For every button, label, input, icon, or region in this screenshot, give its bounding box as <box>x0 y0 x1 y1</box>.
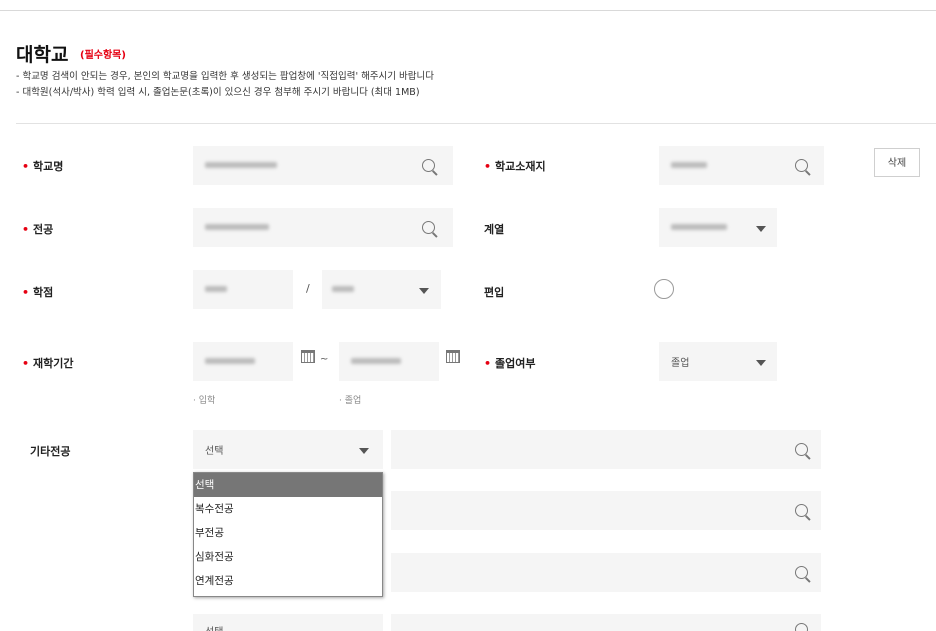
major-value-blurred <box>205 224 269 230</box>
gpa-label-text: 학점 <box>33 286 54 299</box>
search-icon[interactable] <box>795 504 808 517</box>
search-icon[interactable] <box>795 159 808 172</box>
graduation-status-value: 졸업 <box>671 358 690 369</box>
other-major-dropdown-list: 선택 복수전공 부전공 심화전공 연계전공 <box>193 472 383 597</box>
admission-date-input[interactable] <box>193 342 293 381</box>
search-icon[interactable] <box>422 159 435 172</box>
school-location-value-blurred <box>671 162 707 168</box>
school-name-value-blurred <box>205 162 277 168</box>
category-select[interactable] <box>659 208 777 247</box>
search-icon[interactable] <box>795 443 808 456</box>
other-major-search-input-2[interactable] <box>391 491 821 530</box>
graduation-caption: · 졸업 <box>339 396 362 406</box>
required-dot: • <box>22 286 30 299</box>
major-label-text: 전공 <box>33 223 54 236</box>
graduation-caption-text: 졸업 <box>344 396 362 406</box>
graduation-date-blurred <box>351 358 401 364</box>
caret-down-icon <box>756 226 766 232</box>
notice-line-2: - 대학원(석사/박사) 학력 입력 시, 졸업논문(초록)이 있으신 경우 첨… <box>16 87 420 98</box>
caret-down-icon <box>756 360 766 366</box>
other-major-search-input[interactable] <box>391 430 821 469</box>
admission-date-blurred <box>205 358 255 364</box>
other-major-label: 기타전공 <box>30 445 71 458</box>
school-location-label: • 학교소재지 <box>484 158 546 174</box>
other-major-type-select[interactable]: 선택 <box>193 430 383 469</box>
dropdown-option[interactable]: 복수전공 <box>194 497 382 521</box>
period-label: • 재학기간 <box>22 355 74 371</box>
period-label-text: 재학기간 <box>33 357 74 370</box>
period-separator: ~ <box>320 354 329 365</box>
required-dot: • <box>484 160 492 173</box>
search-icon[interactable] <box>422 221 435 234</box>
gpa-input[interactable] <box>193 270 293 309</box>
dropdown-option[interactable]: 선택 <box>194 473 382 497</box>
category-value-blurred <box>671 224 727 230</box>
caret-down-icon <box>419 288 429 294</box>
gpa-scale-select[interactable] <box>322 270 441 309</box>
graduation-status-select[interactable]: 졸업 <box>659 342 777 381</box>
school-name-input[interactable] <box>193 146 453 185</box>
admission-caption-text: 입학 <box>198 396 216 406</box>
gpa-separator: / <box>306 282 310 295</box>
dropdown-option[interactable]: 부전공 <box>194 521 382 545</box>
required-dot: • <box>484 357 492 370</box>
graduation-status-label-text: 졸업여부 <box>495 357 536 370</box>
required-dot: • <box>22 357 30 370</box>
search-icon[interactable] <box>795 623 808 631</box>
graduation-date-input[interactable] <box>339 342 439 381</box>
transfer-label: 편입 <box>484 286 505 299</box>
section-title: 대학교 <box>16 44 69 66</box>
dropdown-option[interactable]: 심화전공 <box>194 545 382 569</box>
category-label: 계열 <box>484 223 505 236</box>
school-name-label: • 학교명 <box>22 158 63 174</box>
other-major-type-select-4[interactable]: 선택 <box>193 614 383 631</box>
other-major-search-input-3[interactable] <box>391 553 821 592</box>
required-dot: • <box>22 223 30 236</box>
dropdown-option[interactable]: 연계전공 <box>194 569 382 593</box>
gpa-scale-value-blurred <box>332 286 354 292</box>
graduation-status-label: • 졸업여부 <box>484 355 536 371</box>
notice-line-1: - 학교명 검색이 안되는 경우, 본인의 학교명을 입력한 후 생성되는 팝업… <box>16 71 435 82</box>
top-divider <box>0 10 936 11</box>
calendar-icon[interactable] <box>301 350 315 363</box>
required-note: (필수항목) <box>80 50 126 61</box>
section-divider <box>16 123 936 124</box>
gpa-label: • 학점 <box>22 284 53 300</box>
calendar-icon[interactable] <box>446 350 460 363</box>
school-name-label-text: 학교명 <box>33 160 64 173</box>
search-icon[interactable] <box>795 566 808 579</box>
school-location-input[interactable] <box>659 146 824 185</box>
major-input[interactable] <box>193 208 453 247</box>
major-label: • 전공 <box>22 221 53 237</box>
gpa-value-blurred <box>205 286 227 292</box>
transfer-radio[interactable] <box>654 279 674 299</box>
school-location-label-text: 학교소재지 <box>495 160 546 173</box>
other-major-type-value-4: 선택 <box>205 623 223 631</box>
delete-button[interactable]: 삭제 <box>874 148 920 177</box>
admission-caption: · 입학 <box>193 396 216 406</box>
caret-down-icon <box>359 448 369 454</box>
other-major-search-input-4[interactable] <box>391 614 821 631</box>
other-major-type-value: 선택 <box>205 446 224 457</box>
required-dot: • <box>22 160 30 173</box>
